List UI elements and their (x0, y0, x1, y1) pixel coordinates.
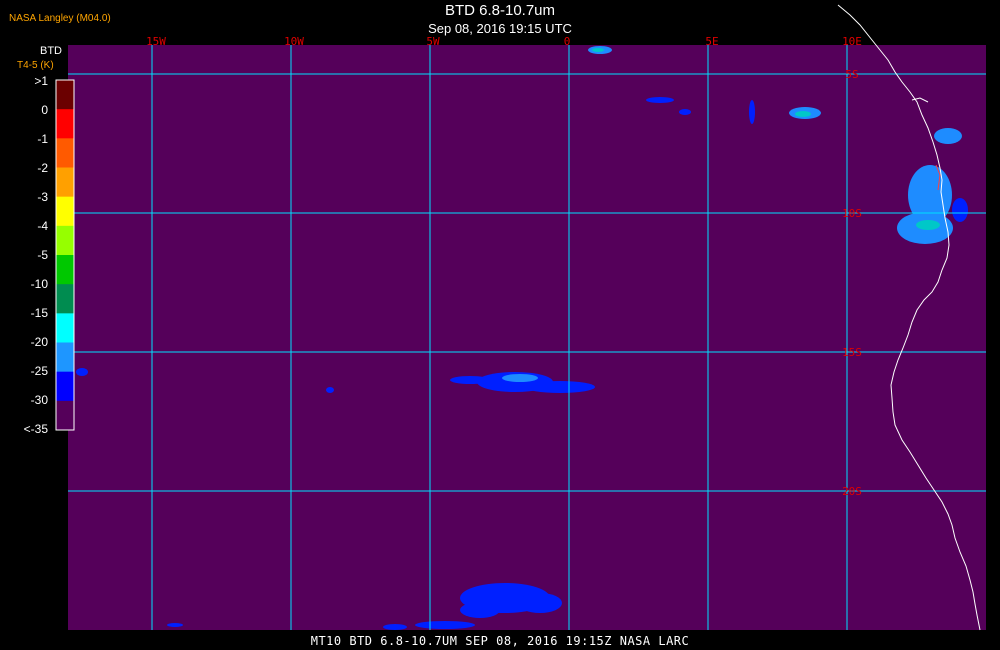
colorbar-tick-label: -30 (30, 393, 48, 407)
lat-label: 5S (845, 68, 858, 81)
lon-label: 5W (426, 35, 440, 48)
colorbar-tick-label: <-35 (23, 422, 48, 436)
colorbar-segment (56, 196, 74, 227)
lon-label: 5E (705, 35, 718, 48)
lon-label: 10E (842, 35, 862, 48)
colorbar-tick-label: -20 (30, 335, 48, 349)
colorbar-segment (56, 400, 74, 431)
colorbar-segment (56, 284, 74, 314)
colorbar-segment (56, 225, 74, 256)
footer-caption: MT10 BTD 6.8-10.7UM SEP 08, 2016 19:15Z … (310, 634, 690, 648)
lon-label: 0 (564, 35, 571, 48)
lon-label: 10W (284, 35, 304, 48)
colorbar-tick-label: -10 (30, 277, 48, 291)
colorbar (56, 80, 74, 431)
colorbar-tick-label: -25 (30, 364, 48, 378)
colorbar-tick-label: -1 (37, 132, 48, 146)
colorbar-segment (56, 138, 74, 168)
colorbar-segment (56, 342, 74, 373)
colorbar-segment (56, 80, 74, 110)
image-title: BTD 6.8-10.7um (444, 2, 556, 19)
colorbar-tick-label: -15 (30, 306, 48, 320)
colorbar-segment (56, 255, 74, 285)
lat-label: 15S (842, 346, 862, 359)
lon-label: 15W (146, 35, 166, 48)
map-background (68, 45, 986, 630)
colorbar-unit: T4-5 (K) (17, 60, 54, 71)
image-timestamp: Sep 08, 2016 19:15 UTC (428, 21, 572, 36)
colorbar-title: BTD (40, 45, 62, 57)
lat-label: 10S (842, 207, 862, 220)
colorbar-tick-label: >1 (34, 74, 48, 88)
colorbar-tick-label: 0 (41, 103, 48, 117)
satellite-map: 15W 10W 5W 0 5E 10E 5S 10S 15S 20S (55, 4, 986, 631)
colorbar-segment (56, 109, 74, 139)
lat-label: 20S (842, 485, 862, 498)
colorbar-tick-label: -2 (37, 161, 48, 175)
colorbar-tick-label: -5 (37, 248, 48, 262)
colorbar-segment (56, 313, 74, 343)
colorbar-tick-label: -4 (37, 219, 48, 233)
colorbar-tick-label: -3 (37, 190, 48, 204)
colorbar-segment (56, 371, 74, 402)
colorbar-segment (56, 167, 74, 198)
